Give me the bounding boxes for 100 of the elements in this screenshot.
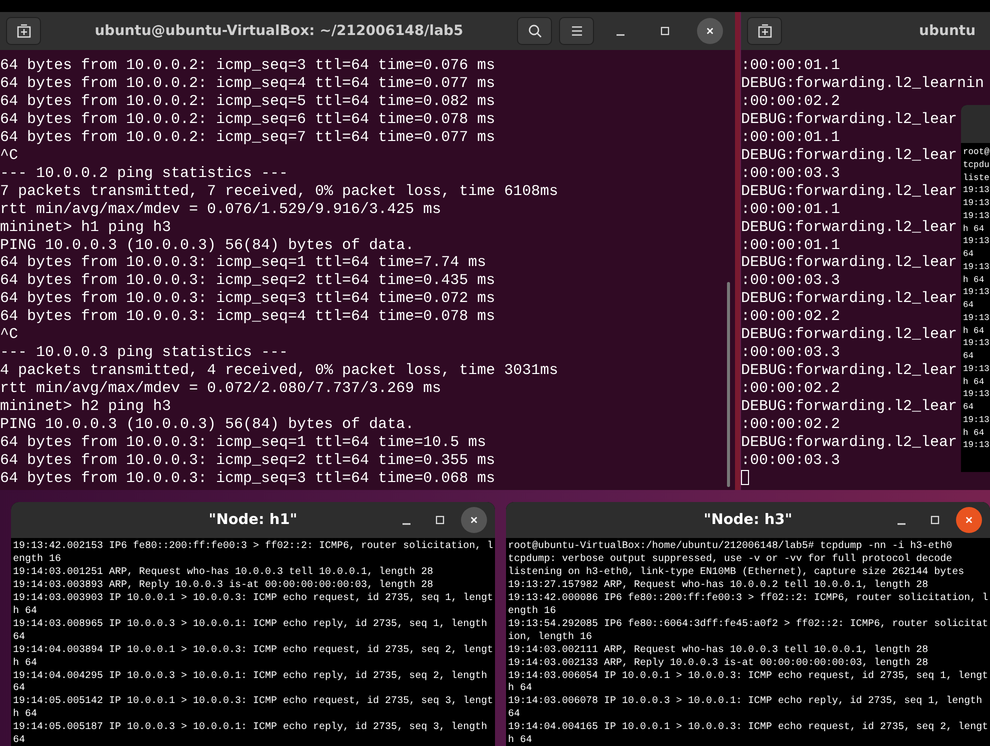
terminal-line: 19:13:42.002153 IP6 fe80::200:ff:fe00:3 > ff02::2: ICMP6, router solicitation, l [13,541,494,554]
maximize-icon [658,24,672,38]
terminal-line: 19:13 [963,260,990,274]
search-button[interactable] [517,17,552,45]
terminal-line: :00:00:02.2 [741,308,840,326]
new-tab-button[interactable] [6,17,41,45]
terminal-line: liste [963,172,990,184]
terminal-line: :00:00:02.2 [741,416,840,434]
terminal-line: 19:14:04.004295 IP 10.0.0.3 > 10.0.0.1: ICMP echo reply, id 2735, seq 2, length [13,670,488,683]
terminal-line: DEBUG:forwarding.l2_lear [741,182,958,201]
maximize-icon [928,513,942,527]
terminal-line: 64 [13,632,26,645]
terminal-line: 19:13 [963,312,990,324]
terminal-line: DEBUG:forwarding.l2_lear [741,290,958,308]
terminal-line: 64 bytes from 10.0.0.2: icmp_seq=6 ttl=64 time=0.078 ms [0,110,496,129]
terminal-line: DEBUG:forwarding.l2_lear [741,146,958,165]
terminal-line: h 64 [963,274,984,286]
terminal-line: :00:00:03.3 [741,344,840,362]
terminal-line: 19:13 [963,362,990,376]
terminal-line: 64 bytes from 10.0.0.2: icmp_seq=4 ttl=64 time=0.077 ms [0,74,496,93]
terminal-line: 19:14:05.005142 IP 10.0.0.1 > 10.0.0.3: ICMP echo request, id 2735, seq 3, lengt [13,696,494,708]
search-icon [526,23,542,39]
new-tab-icon [756,23,772,39]
terminal-line: ength 16 [508,606,556,619]
terminal-line: 64 [963,401,974,414]
terminal-line: DEBUG:forwarding.l2_lear [741,434,958,452]
terminal-line: 19:13 [963,388,990,401]
terminal-line: ^C [0,146,18,165]
terminal-line: 64 bytes from 10.0.0.3: icmp_seq=3 ttl=64 time=0.072 ms [0,290,496,308]
terminal-line: tcpdump: verbose output suppressed, use -v or -vv for full protocol decode [508,554,952,566]
window-title: ubuntu@ubuntu-VirtualBox: ~/212006148/lab5 [94,23,464,39]
terminal-line: 64 [963,299,974,312]
window-title: ubuntu [918,23,977,39]
terminal-line: h 64 [13,606,38,619]
terminal-line: h 64 [963,222,984,236]
new-tab-button[interactable] [747,17,782,45]
minimize-icon [402,523,410,525]
terminal-line: 19:13 [963,184,990,197]
terminal-line: 19:14:03.003903 IP 10.0.0.1 > 10.0.0.3: ICMP echo request, id 2735, seq 1, lengt [13,592,494,606]
terminal-line: h 64 [963,376,984,388]
terminal-line: root@ [963,146,990,159]
terminal-line: :00:00:02.2 [741,92,840,111]
terminal-line: :00:00:02.2 [741,380,840,398]
terminal-line: 19:13 [963,210,990,222]
terminal-line: 19:13 [963,235,990,248]
terminal-line: PING 10.0.0.3 (10.0.0.3) 56(84) bytes of data. [0,236,414,254]
terminal-line: 64 bytes from 10.0.0.3: icmp_seq=2 ttl=64 time=0.355 ms [0,452,496,470]
close-button[interactable] [697,18,723,44]
terminal-line: 64 [508,709,520,722]
terminal-line: :00:00:01.1 [741,200,840,219]
terminal-line: 19:14:03.001251 ARP, Request who-has 10.0.0.3 tell 10.0.0.1, length 28 [13,566,434,580]
title-bar [961,105,990,143]
terminal-line: :00:00:03.3 [741,164,840,183]
terminal-line: :00:00:01.1 [741,57,840,75]
new-tab-icon [16,23,32,39]
terminal-line: ^C [0,326,18,344]
terminal-line: 64 bytes from 10.0.0.2: icmp_seq=7 ttl=64 time=0.077 ms [0,128,496,147]
window-title: "Node: h3" [704,512,792,528]
terminal-line: 19:14:03.002133 ARP, Reply 10.0.0.3 is-at 00:00:00:00:00:03, length 28 [508,658,928,670]
terminal-line: 19:14:03.006078 IP 10.0.0.3 > 10.0.0.1: ICMP echo reply, id 2735, seq 1, length [508,696,982,709]
text-cursor [741,470,749,485]
terminal-line: --- 10.0.0.3 ping statistics --- [0,344,288,362]
terminal-line: 19:14:04.004165 IP 10.0.0.1 > 10.0.0.3: ICMP echo request, id 2735, seq 2, lengt [508,722,988,734]
terminal-line: 19:14:03.008965 IP 10.0.0.3 > 10.0.0.1: ICMP echo reply, id 2735, seq 1, length [13,618,488,632]
terminal-line: 19:13:27.157982 ARP, Request who-has 10.0.0.2 tell 10.0.0.1, length 28 [508,580,928,592]
terminal-line: 64 bytes from 10.0.0.2: icmp_seq=5 ttl=64 time=0.082 ms [0,92,496,111]
close-button[interactable] [956,507,982,533]
window-title: "Node: h1" [208,512,298,528]
terminal-line: 19:14:03.002111 ARP, Request who-has 10.0.0.3 tell 10.0.0.1, length 28 [508,644,928,658]
terminal-line: h 64 [508,683,532,696]
terminal-line: 19:14:03.003893 ARP, Reply 10.0.0.3 is-at 00:00:00:00:00:03, length 28 [13,580,434,592]
terminal-line: 64 [963,248,974,261]
terminal-line: 19:13 [963,286,990,299]
terminal-line: PING 10.0.0.3 (10.0.0.3) 56(84) bytes of data. [0,416,414,434]
terminal-line: 64 bytes from 10.0.0.3: icmp_seq=1 ttl=64 time=7.74 ms [0,254,486,272]
terminal-line: ion, length 16 [508,632,592,645]
terminal-line: 64 bytes from 10.0.0.3: icmp_seq=2 ttl=64 time=0.435 ms [0,272,496,290]
terminal-line: 64 bytes from 10.0.0.3: icmp_seq=1 ttl=64 time=10.5 ms [0,434,486,452]
terminal-line: 7 packets transmitted, 7 received, 0% packet loss, time 6108ms [0,182,558,201]
terminal-line: :00:00:03.3 [741,272,840,290]
terminal-line: DEBUG:forwarding.l2_lear [741,110,958,129]
close-button[interactable] [461,507,487,533]
terminal-line: mininet> h2 ping h3 [0,398,172,416]
terminal-line: h 64 [963,426,984,440]
terminal-line: rtt min/avg/max/mdev = 0.076/1.529/9.916/3.425 ms [0,200,442,219]
terminal-line: 64 bytes from 10.0.0.3: icmp_seq=3 ttl=64 time=0.068 ms [0,470,496,488]
terminal-line: h 64 [963,324,984,338]
terminal-line: 19:13 [963,337,990,350]
terminal-line: :00:00:03.3 [741,452,840,470]
terminal-line: 4 packets transmitted, 4 received, 0% packet loss, time 3031ms [0,362,558,380]
terminal-line: 19:13 [963,197,990,210]
minimize-icon [896,523,906,525]
menu-button[interactable] [559,17,594,45]
terminal-line: root@ubuntu-VirtualBox:/home/ubuntu/212006148/lab5# tcpdump -nn -i h3-eth0 [508,541,952,554]
terminal-line: 19:13 [963,414,990,426]
terminal-line: 19:13 [963,439,990,452]
terminal-line: :00:00:01.1 [741,128,840,147]
terminal-line: 19:13:42.000086 IP6 fe80::200:ff:fe00:3 > ff02::2: ICMP6, router solicitation, l [508,592,988,606]
terminal-line: DEBUG:forwarding.l2_lear [741,326,958,344]
terminal-line: 19:14:04.003894 IP 10.0.0.1 > 10.0.0.3: ICMP echo request, id 2735, seq 2, lengt [13,644,494,658]
